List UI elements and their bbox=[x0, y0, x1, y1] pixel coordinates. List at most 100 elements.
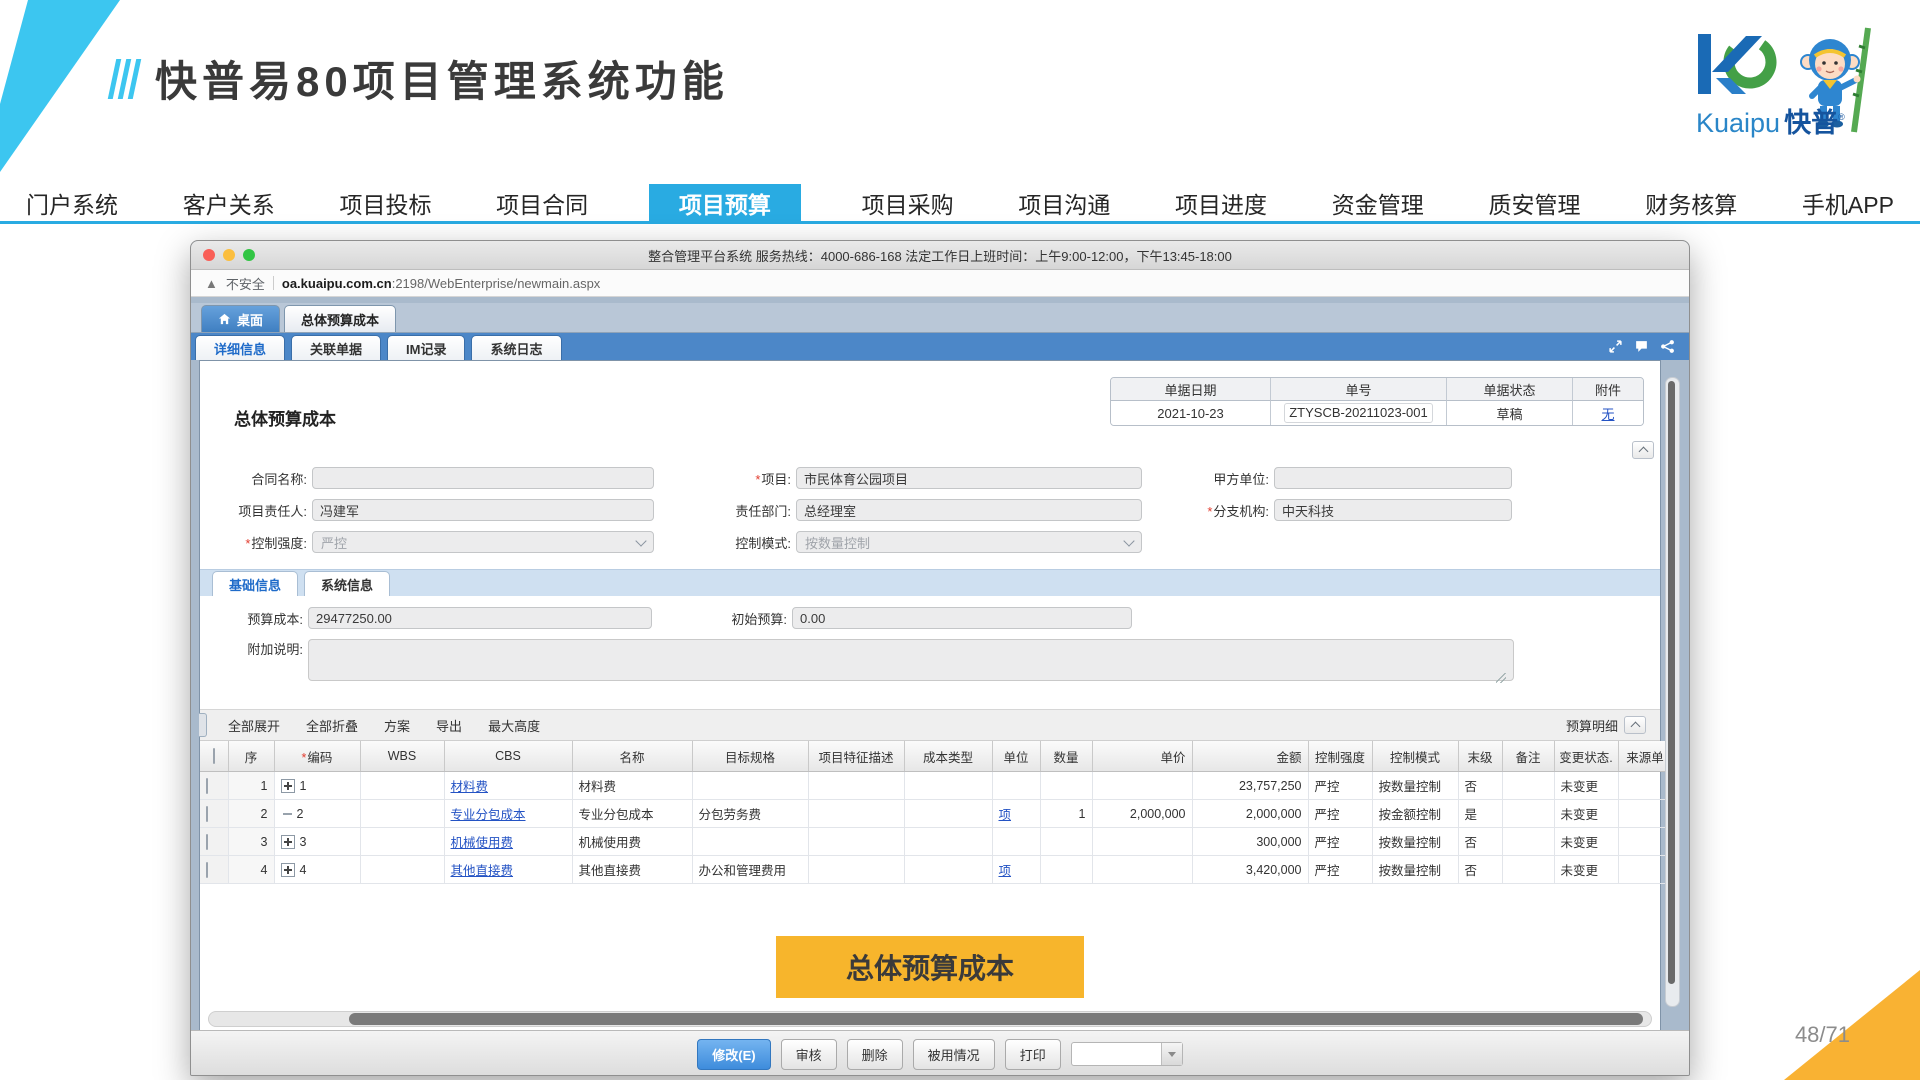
col-source: 来源单 bbox=[1618, 741, 1672, 772]
control-strength-select[interactable]: 严控 bbox=[312, 531, 654, 553]
checkbox[interactable] bbox=[206, 862, 208, 878]
address-bar[interactable]: ▲ 不安全 oa.kuaipu.com.cn:2198/WebEnterpris… bbox=[191, 270, 1689, 297]
nav-item-portal[interactable]: 门户系统 bbox=[22, 184, 122, 221]
minimize-button[interactable] bbox=[223, 249, 235, 261]
cbs-link[interactable]: 其他直接费 bbox=[451, 864, 514, 878]
col-amount: 金额 bbox=[1192, 741, 1308, 772]
panel-collapse-handle[interactable] bbox=[199, 713, 207, 737]
col-code: 编码 bbox=[274, 741, 360, 772]
table-row: 2 2 专业分包成本 专业分包成本 分包劳务费 项 1 2,000,000 2,… bbox=[200, 800, 1672, 828]
tab-system-info[interactable]: 系统信息 bbox=[304, 571, 390, 596]
tab-related-docs[interactable]: 关联单据 bbox=[291, 335, 381, 360]
slide: 快普易80项目管理系统功能 bbox=[0, 0, 1920, 1080]
budget-cost-label: 预算成本: bbox=[200, 609, 308, 628]
title-bars-icon bbox=[108, 59, 142, 99]
checkbox[interactable] bbox=[206, 778, 208, 794]
collapse-grid-button[interactable] bbox=[1624, 716, 1646, 734]
contract-name-field[interactable] bbox=[312, 467, 654, 489]
nav-item-finance[interactable]: 财务核算 bbox=[1641, 184, 1741, 221]
zoom-button[interactable] bbox=[243, 249, 255, 261]
inner-tab-bar: 基础信息 系统信息 bbox=[200, 569, 1660, 596]
modify-button[interactable]: 修改(E) bbox=[697, 1039, 770, 1070]
warning-icon: ▲ bbox=[205, 276, 218, 291]
initial-budget-field[interactable] bbox=[792, 607, 1132, 629]
url-text[interactable]: oa.kuaipu.com.cn:2198/WebEnterprise/newm… bbox=[282, 276, 600, 291]
vertical-scrollbar[interactable] bbox=[1665, 377, 1680, 1007]
nav-item-contract[interactable]: 项目合同 bbox=[492, 184, 592, 221]
note-field[interactable] bbox=[308, 639, 1514, 681]
browser-window: 整合管理平台系统 服务热线：4000-686-168 法定工作日上班时间：上午9… bbox=[190, 240, 1690, 1076]
control-mode-select[interactable]: 按数量控制 bbox=[796, 531, 1142, 553]
attachment-link[interactable]: 无 bbox=[1601, 404, 1614, 423]
tab-total-budget-cost[interactable]: 总体预算成本 bbox=[284, 305, 396, 332]
scrollbar-thumb[interactable] bbox=[349, 1013, 1643, 1025]
textarea-resize-handle[interactable] bbox=[1496, 673, 1506, 683]
export-link[interactable]: 导出 bbox=[436, 716, 462, 735]
tab-detail-info[interactable]: 详细信息 bbox=[195, 335, 285, 360]
cbs-link[interactable]: 专业分包成本 bbox=[451, 808, 526, 822]
document-title: 总体预算成本 bbox=[234, 405, 336, 430]
close-button[interactable] bbox=[203, 249, 215, 261]
chevron-up-icon bbox=[1638, 447, 1648, 457]
tree-branch-icon bbox=[283, 813, 292, 815]
nav-item-bidding[interactable]: 项目投标 bbox=[335, 184, 435, 221]
collapse-all-link[interactable]: 全部折叠 bbox=[306, 716, 358, 735]
form-row-2: 项目责任人: 责任部门: 分支机构: bbox=[200, 499, 1540, 521]
window-titlebar: 整合管理平台系统 服务热线：4000-686-168 法定工作日上班时间：上午9… bbox=[191, 241, 1689, 270]
audit-button[interactable]: 审核 bbox=[781, 1039, 837, 1070]
share-icon[interactable] bbox=[1660, 339, 1675, 354]
dept-field[interactable] bbox=[796, 499, 1142, 521]
traffic-lights bbox=[203, 249, 255, 261]
expand-icon[interactable] bbox=[1608, 339, 1623, 354]
expand-icon[interactable] bbox=[281, 835, 295, 849]
scrollbar-thumb[interactable] bbox=[1668, 381, 1675, 984]
dropdown-arrow-button[interactable] bbox=[1161, 1043, 1182, 1065]
expand-icon[interactable] bbox=[281, 863, 295, 877]
cbs-link[interactable]: 材料费 bbox=[451, 780, 489, 794]
horizontal-scrollbar[interactable] bbox=[208, 1011, 1652, 1027]
expand-all-link[interactable]: 全部展开 bbox=[228, 716, 280, 735]
col-leaf: 末级 bbox=[1458, 741, 1502, 772]
table-row: 4 4 其他直接费 其他直接费 办公和管理费用 项 3,420,000 bbox=[200, 856, 1672, 884]
budget-grid-section: 全部展开 全部折叠 方案 导出 最大高度 预算明细 bbox=[200, 709, 1660, 884]
chat-icon[interactable] bbox=[1634, 339, 1649, 354]
tab-im-records[interactable]: IM记录 bbox=[387, 335, 465, 360]
document-panel: 总体预算成本 单据日期 单号 单据状态 附件 2021-10-23 ZTYSCB… bbox=[199, 360, 1661, 1033]
project-field[interactable] bbox=[796, 467, 1142, 489]
cbs-link[interactable]: 机械使用费 bbox=[451, 836, 514, 850]
nav-item-mobile-app[interactable]: 手机APP bbox=[1798, 184, 1898, 221]
collapse-header-button[interactable] bbox=[1632, 441, 1654, 459]
security-label[interactable]: 不安全 bbox=[226, 274, 265, 293]
print-button[interactable]: 打印 bbox=[1005, 1039, 1061, 1070]
doc-number: ZTYSCB-20211023-001 bbox=[1271, 401, 1447, 425]
usage-button[interactable]: 被用情况 bbox=[913, 1039, 995, 1070]
branch-field[interactable] bbox=[1274, 499, 1512, 521]
unit-link[interactable]: 项 bbox=[999, 864, 1012, 878]
checkbox[interactable] bbox=[206, 806, 208, 822]
nav-item-quality[interactable]: 质安管理 bbox=[1484, 184, 1584, 221]
checkbox[interactable] bbox=[213, 748, 215, 764]
max-height-link[interactable]: 最大高度 bbox=[488, 716, 540, 735]
manager-field[interactable] bbox=[312, 499, 654, 521]
note-row: 附加说明: bbox=[200, 639, 1624, 681]
delete-button[interactable]: 删除 bbox=[847, 1039, 903, 1070]
checkbox[interactable] bbox=[206, 834, 208, 850]
budget-cost-field[interactable] bbox=[308, 607, 652, 629]
nav-item-funds[interactable]: 资金管理 bbox=[1328, 184, 1428, 221]
doc-attachment: 无 bbox=[1573, 401, 1643, 425]
contract-name-label: 合同名称: bbox=[200, 469, 312, 488]
col-change: 变更状态. bbox=[1554, 741, 1618, 772]
tab-system-log[interactable]: 系统日志 bbox=[471, 335, 561, 360]
unit-link[interactable]: 项 bbox=[999, 808, 1012, 822]
nav-item-procurement[interactable]: 项目采购 bbox=[858, 184, 958, 221]
tab-desktop[interactable]: 桌面 bbox=[201, 305, 280, 332]
scheme-link[interactable]: 方案 bbox=[384, 716, 410, 735]
footer-dropdown[interactable] bbox=[1071, 1042, 1183, 1066]
tab-basic-info[interactable]: 基础信息 bbox=[212, 571, 298, 596]
nav-item-crm[interactable]: 客户关系 bbox=[179, 184, 279, 221]
expand-icon[interactable] bbox=[281, 779, 295, 793]
nav-item-progress[interactable]: 项目进度 bbox=[1171, 184, 1271, 221]
party-a-field[interactable] bbox=[1274, 467, 1512, 489]
nav-item-budget-active[interactable]: 项目预算 bbox=[649, 184, 801, 221]
nav-item-communication[interactable]: 项目沟通 bbox=[1014, 184, 1114, 221]
